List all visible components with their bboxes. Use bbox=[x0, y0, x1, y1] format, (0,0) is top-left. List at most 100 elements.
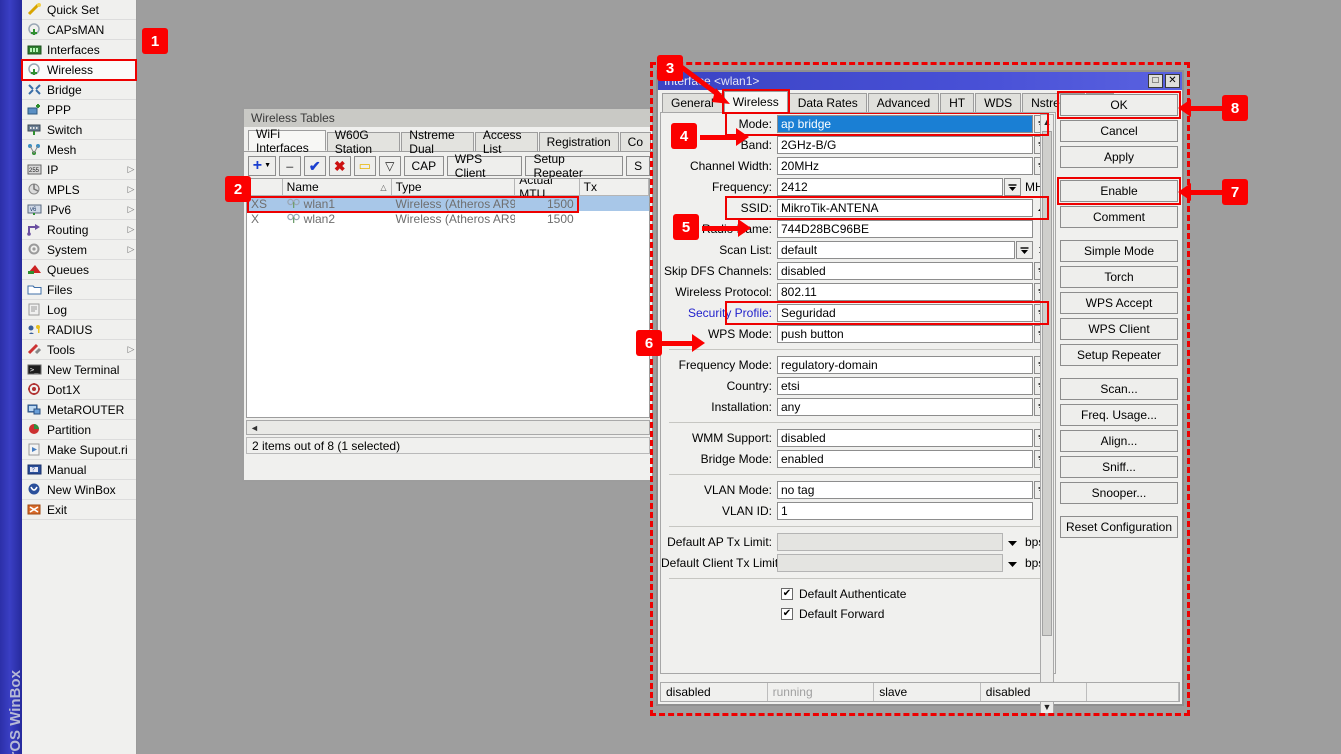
tab-advanced[interactable]: Advanced bbox=[868, 93, 939, 112]
scroll-up-icon[interactable]: ▲ bbox=[1043, 115, 1052, 128]
menu-item-radius[interactable]: RADIUS bbox=[22, 320, 136, 340]
menu-item-tools[interactable]: Tools▷ bbox=[22, 340, 136, 360]
input-scan-list[interactable]: default bbox=[777, 241, 1015, 259]
tab-data-rates[interactable]: Data Rates bbox=[789, 93, 867, 112]
scan-button[interactable]: Scan... bbox=[1060, 378, 1178, 400]
menu-item-new-terminal[interactable]: >_New Terminal bbox=[22, 360, 136, 380]
scan-button[interactable]: S bbox=[626, 156, 650, 176]
input-frequency[interactable]: 2412 bbox=[777, 178, 1003, 196]
scrollbar-thumb[interactable] bbox=[1042, 131, 1052, 636]
wps-accept-button[interactable]: WPS Accept bbox=[1060, 292, 1178, 314]
input-skip-dfs-channels[interactable]: disabled bbox=[777, 262, 1033, 280]
tab-nstreme-dual[interactable]: Nstreme Dual bbox=[401, 132, 474, 151]
menu-item-ipv6[interactable]: v6IPv6▷ bbox=[22, 200, 136, 220]
tab-co[interactable]: Co bbox=[620, 132, 651, 151]
disable-button[interactable]: ✖ bbox=[329, 156, 351, 176]
menu-item-bridge[interactable]: Bridge bbox=[22, 80, 136, 100]
panel-vertical-scrollbar[interactable]: ▲ ▼ bbox=[1040, 114, 1054, 714]
input-frequency-mode[interactable]: regulatory-domain bbox=[777, 356, 1033, 374]
menu-item-system[interactable]: System▷ bbox=[22, 240, 136, 260]
menu-item-partition[interactable]: Partition bbox=[22, 420, 136, 440]
remove-button[interactable]: – bbox=[279, 156, 301, 176]
menu-item-wireless[interactable]: Wireless bbox=[22, 60, 136, 80]
input-band[interactable]: 2GHz-B/G bbox=[777, 136, 1033, 154]
snooper-button[interactable]: Snooper... bbox=[1060, 482, 1178, 504]
input-security-profile[interactable]: Seguridad bbox=[777, 304, 1033, 322]
menu-item-exit[interactable]: Exit bbox=[22, 500, 136, 520]
setup-repeater-button[interactable]: Setup Repeater bbox=[1060, 344, 1178, 366]
comment-button[interactable]: Comment bbox=[1060, 206, 1178, 228]
tab-registration[interactable]: Registration bbox=[539, 132, 619, 151]
ok-button[interactable]: OK bbox=[1060, 94, 1178, 116]
column-name[interactable]: Name △ bbox=[283, 179, 392, 195]
align-button[interactable]: Align... bbox=[1060, 430, 1178, 452]
input-wps-mode[interactable]: push button bbox=[777, 325, 1033, 343]
close-icon[interactable]: ✕ bbox=[1165, 74, 1180, 88]
tab-wds[interactable]: WDS bbox=[975, 93, 1021, 112]
dropdown-arrow-icon-default-client-tx-limit[interactable] bbox=[1004, 554, 1021, 572]
menu-item-capsman[interactable]: CAPsMAN bbox=[22, 20, 136, 40]
freq-usage-button[interactable]: Freq. Usage... bbox=[1060, 404, 1178, 426]
comment-button[interactable]: ▭ bbox=[354, 156, 376, 176]
column-type[interactable]: Type bbox=[392, 179, 516, 195]
wps-client-button[interactable]: WPS Client bbox=[447, 156, 523, 176]
checkbox-default-forward[interactable]: ✔ bbox=[781, 608, 793, 620]
tab-wifi-interfaces[interactable]: WiFi Interfaces bbox=[248, 130, 326, 151]
tab-access-list[interactable]: Access List bbox=[475, 132, 538, 151]
input-wmm-support[interactable]: disabled bbox=[777, 429, 1033, 447]
input-vlan-mode[interactable]: no tag bbox=[777, 481, 1033, 499]
maximize-icon[interactable]: □ bbox=[1148, 74, 1163, 88]
menu-item-interfaces[interactable]: Interfaces bbox=[22, 40, 136, 60]
dropdown-arrow-icon-default-ap-tx-limit[interactable] bbox=[1004, 533, 1021, 551]
input-country[interactable]: etsi bbox=[777, 377, 1033, 395]
enable-button[interactable]: Enable bbox=[1060, 180, 1178, 202]
input-vlan-id[interactable]: 1 bbox=[777, 502, 1033, 520]
menu-item-dot1x[interactable]: Dot1X bbox=[22, 380, 136, 400]
menu-item-queues[interactable]: Queues bbox=[22, 260, 136, 280]
add-dropdown-chevron-icon[interactable]: ▼ bbox=[264, 162, 271, 169]
column-tx[interactable]: Tx bbox=[580, 179, 649, 195]
menu-item-switch[interactable]: Switch bbox=[22, 120, 136, 140]
input-installation[interactable]: any bbox=[777, 398, 1033, 416]
torch-button[interactable]: Torch bbox=[1060, 266, 1178, 288]
input-bridge-mode[interactable]: enabled bbox=[777, 450, 1033, 468]
tab-ht[interactable]: HT bbox=[940, 93, 974, 112]
menu-item-ppp[interactable]: PPP bbox=[22, 100, 136, 120]
input-channel-width[interactable]: 20MHz bbox=[777, 157, 1033, 175]
dropdown-arrow-icon-scan-list[interactable] bbox=[1016, 241, 1033, 259]
cancel-button[interactable]: Cancel bbox=[1060, 120, 1178, 142]
enable-button[interactable]: ✔ bbox=[304, 156, 326, 176]
table-row[interactable]: Xwlan2Wireless (Atheros AR9...1500 bbox=[247, 211, 649, 226]
input-ssid[interactable]: MikroTik-ANTENA bbox=[777, 199, 1033, 217]
menu-item-manual[interactable]: ?Manual bbox=[22, 460, 136, 480]
menu-item-routing[interactable]: Routing▷ bbox=[22, 220, 136, 240]
column-actual-mtu[interactable]: Actual MTU bbox=[515, 179, 579, 195]
scroll-left-icon[interactable]: ◄ bbox=[247, 423, 262, 433]
horizontal-scrollbar[interactable]: ◄ bbox=[246, 420, 650, 435]
simple-mode-button[interactable]: Simple Mode bbox=[1060, 240, 1178, 262]
column-flags[interactable] bbox=[247, 179, 283, 195]
menu-item-quick-set[interactable]: Quick Set bbox=[22, 0, 136, 20]
checkbox-default-authenticate[interactable]: ✔ bbox=[781, 588, 793, 600]
field-label-security-profile[interactable]: Security Profile: bbox=[661, 306, 777, 320]
reset-configuration-button[interactable]: Reset Configuration bbox=[1060, 516, 1178, 538]
menu-item-mesh[interactable]: Mesh bbox=[22, 140, 136, 160]
dropdown-arrow-icon-frequency[interactable] bbox=[1004, 178, 1021, 196]
menu-item-new-winbox[interactable]: New WinBox bbox=[22, 480, 136, 500]
wps-client-button[interactable]: WPS Client bbox=[1060, 318, 1178, 340]
input-wireless-protocol[interactable]: 802.11 bbox=[777, 283, 1033, 301]
add-button[interactable]: +▼ bbox=[248, 156, 276, 176]
menu-item-mpls[interactable]: MPLS▷ bbox=[22, 180, 136, 200]
menu-item-ip[interactable]: 255IP▷ bbox=[22, 160, 136, 180]
table-row[interactable]: XSwlan1Wireless (Atheros AR9...1500 bbox=[247, 196, 649, 211]
input-mode[interactable]: ap bridge bbox=[777, 115, 1033, 133]
menu-item-files[interactable]: Files bbox=[22, 280, 136, 300]
input-radio-name[interactable]: 744D28BC96BE bbox=[777, 220, 1033, 238]
menu-item-make-supout-rif[interactable]: Make Supout.rif bbox=[22, 440, 136, 460]
menu-item-log[interactable]: Log bbox=[22, 300, 136, 320]
filter-button[interactable]: ▽ bbox=[379, 156, 401, 176]
setup-repeater-button[interactable]: Setup Repeater bbox=[525, 156, 623, 176]
input-default-client-tx-limit[interactable] bbox=[777, 554, 1003, 572]
menu-item-metarouter[interactable]: MetaROUTER bbox=[22, 400, 136, 420]
tab-w60g-station[interactable]: W60G Station bbox=[327, 132, 401, 151]
